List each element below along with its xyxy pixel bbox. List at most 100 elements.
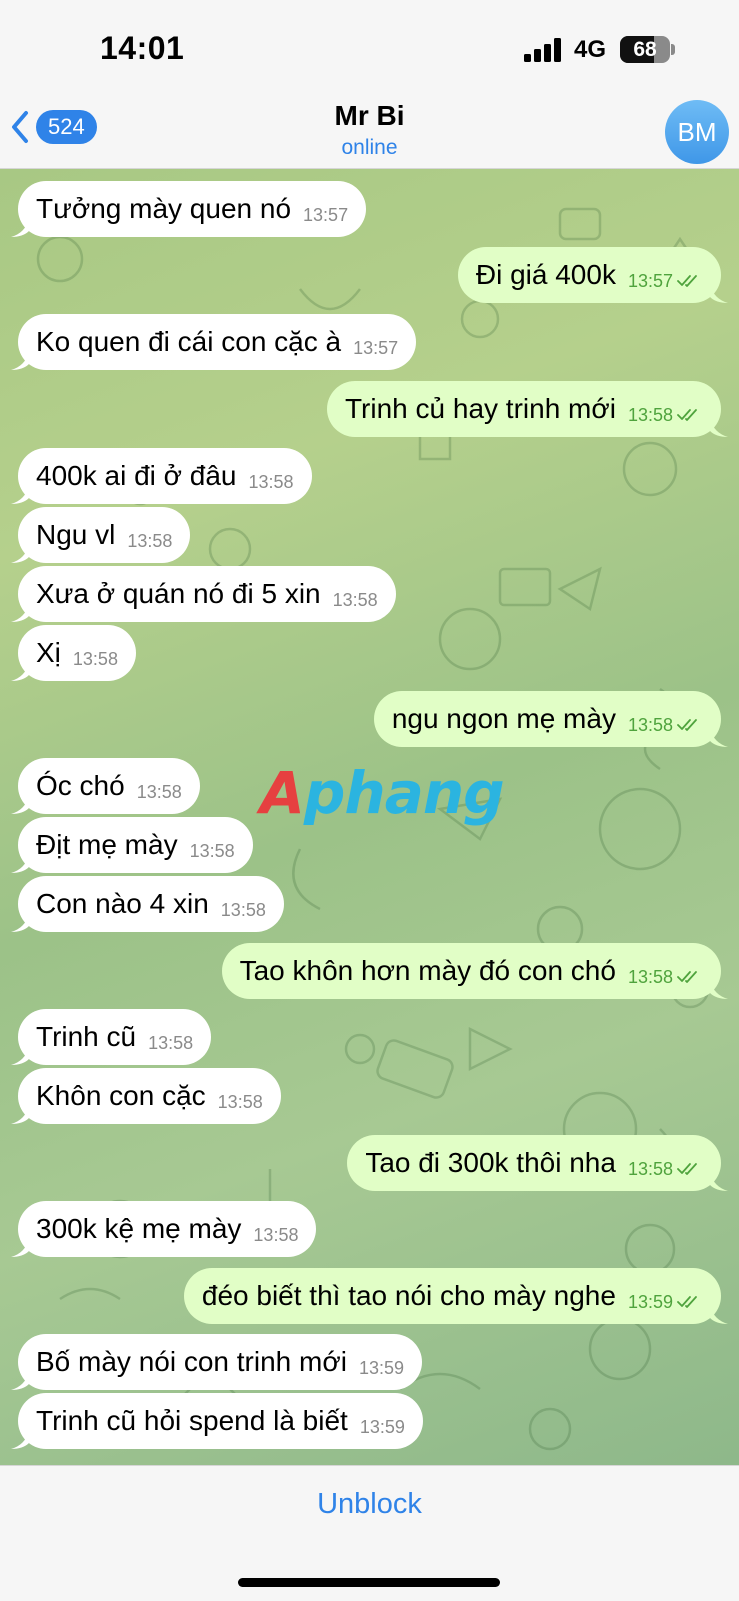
- incoming-message[interactable]: Khôn con cặc 13:58: [11, 1068, 281, 1124]
- message-text: Trinh cũ: [36, 1021, 137, 1052]
- incoming-message[interactable]: Ngu vl 13:58: [11, 507, 191, 563]
- bubble-tail: [710, 419, 728, 437]
- message-text: Óc chó: [36, 770, 125, 801]
- message-time: 13:58: [72, 648, 118, 669]
- message-time: 13:58: [189, 840, 235, 861]
- message-time: 13:58: [217, 1091, 263, 1112]
- message-text: Khôn con cặc: [36, 1080, 206, 1111]
- outgoing-message[interactable]: Tao đi 300k thôi nha 13:58: [347, 1135, 728, 1191]
- avatar[interactable]: BM: [665, 100, 729, 164]
- unblock-button[interactable]: Unblock: [0, 1488, 739, 1521]
- bubble-tail: [11, 914, 29, 932]
- message-time: 13:57: [303, 204, 349, 225]
- outgoing-message[interactable]: Trinh củ hay trinh mới 13:58: [326, 381, 728, 437]
- bubble-tail: [11, 219, 29, 237]
- chat-title: Mr Bi: [334, 100, 405, 131]
- message-time: 13:58: [627, 1158, 673, 1179]
- message-text: Ngu vl: [36, 519, 116, 550]
- message-time: 13:58: [627, 714, 673, 735]
- bubble-tail: [710, 729, 728, 747]
- bubble-tail: [11, 663, 29, 681]
- incoming-message[interactable]: Trinh cũ 13:58: [11, 1009, 212, 1065]
- incoming-message[interactable]: Óc chó 13:58: [11, 758, 200, 814]
- double-check-icon: [677, 1296, 697, 1308]
- bubble-tail: [11, 1106, 29, 1124]
- message-text: 400k ai đi ở đâu: [36, 460, 237, 491]
- bubble-tail: [11, 1372, 29, 1390]
- message-text: ngu ngon mẹ mày: [391, 703, 616, 734]
- chat-area[interactable]: Aphang Tưởng mày quen nó 13:57 Đi giá 400k…: [0, 169, 739, 1465]
- double-check-icon: [677, 971, 697, 983]
- message-time: 13:58: [627, 404, 673, 425]
- incoming-message[interactable]: Con nào 4 xin 13:58: [11, 876, 284, 932]
- message-time: 13:58: [627, 966, 673, 987]
- message-time: 13:59: [358, 1357, 404, 1378]
- message-time: 13:59: [359, 1416, 405, 1437]
- chat-header: 524 Mr Bi online BM: [0, 92, 739, 169]
- outgoing-message[interactable]: Tao khôn hơn mày đó con chó 13:58: [221, 943, 728, 999]
- message-time: 13:58: [148, 1032, 194, 1053]
- message-time: 13:58: [253, 1224, 299, 1245]
- message-text: đéo biết thì tao nói cho mày nghe: [201, 1280, 616, 1311]
- battery-percent: 68: [633, 38, 657, 61]
- outgoing-message[interactable]: ngu ngon mẹ mày 13:58: [373, 691, 728, 747]
- message-text: Địt mẹ mày: [36, 829, 178, 860]
- double-check-icon: [677, 275, 697, 287]
- message-text: Bố mày nói con trinh mới: [36, 1346, 347, 1377]
- bubble-tail: [11, 352, 29, 370]
- bubble-tail: [710, 1306, 728, 1324]
- bubble-tail: [11, 1047, 29, 1065]
- bubble-tail: [11, 855, 29, 873]
- outgoing-message[interactable]: đéo biết thì tao nói cho mày nghe 13:59: [183, 1268, 728, 1324]
- message-text: Xưa ở quán nó đi 5 xin: [36, 578, 321, 609]
- message-time: 13:59: [627, 1291, 673, 1312]
- incoming-message[interactable]: 400k ai đi ở đâu 13:58: [11, 448, 312, 504]
- incoming-message[interactable]: Ko quen đi cái con cặc à 13:57: [11, 314, 417, 370]
- message-text: Xị: [36, 637, 61, 668]
- bubble-tail: [11, 1431, 29, 1449]
- battery-icon: 68: [620, 36, 670, 63]
- bubble-tail: [11, 486, 29, 504]
- bubble-tail: [11, 1239, 29, 1257]
- message-text: Trinh củ hay trinh mới: [344, 393, 616, 424]
- incoming-message[interactable]: Địt mẹ mày 13:58: [11, 817, 253, 873]
- incoming-message[interactable]: Xị 13:58: [11, 625, 136, 681]
- watermark-logo: Aphang: [260, 759, 505, 827]
- message-text: Con nào 4 xin: [36, 888, 209, 919]
- message-text: Trinh cũ hỏi spend là biết: [36, 1405, 348, 1436]
- incoming-message[interactable]: Tưởng mày quen nó 13:57: [11, 181, 367, 237]
- message-text: Tao khôn hơn mày đó con chó: [239, 955, 616, 986]
- double-check-icon: [677, 719, 697, 731]
- incoming-message[interactable]: Xưa ở quán nó đi 5 xin 13:58: [11, 566, 396, 622]
- message-text: Ko quen đi cái con cặc à: [36, 326, 342, 357]
- bubble-tail: [710, 1173, 728, 1191]
- message-time: 13:58: [127, 530, 173, 551]
- bubble-tail: [710, 285, 728, 303]
- double-check-icon: [677, 409, 697, 421]
- message-text: Tao đi 300k thôi nha: [365, 1147, 616, 1178]
- double-check-icon: [677, 1163, 697, 1175]
- incoming-message[interactable]: Bố mày nói con trinh mới 13:59: [11, 1334, 422, 1390]
- message-time: 13:58: [332, 589, 378, 610]
- bubble-tail: [11, 545, 29, 563]
- message-time: 13:58: [220, 899, 266, 920]
- bottom-bar: Unblock: [0, 1465, 739, 1601]
- home-indicator: [238, 1578, 500, 1587]
- message-time: 13:57: [627, 270, 673, 291]
- status-time: 14:01: [100, 30, 185, 66]
- message-text: Tưởng mày quen nó: [36, 193, 292, 224]
- chat-title-block[interactable]: Mr Bi online: [0, 100, 739, 160]
- status-bar: 14:01 4G 68: [0, 0, 739, 92]
- network-type: 4G: [574, 36, 607, 63]
- message-time: 13:58: [136, 781, 182, 802]
- incoming-message[interactable]: Trinh cũ hỏi spend là biết 13:59: [11, 1393, 423, 1449]
- bubble-tail: [11, 604, 29, 622]
- incoming-message[interactable]: 300k kệ mẹ mày 13:58: [11, 1201, 317, 1257]
- bubble-tail: [710, 981, 728, 999]
- message-text: Đi giá 400k: [475, 259, 616, 290]
- message-text: 300k kệ mẹ mày: [36, 1213, 242, 1244]
- outgoing-message[interactable]: Đi giá 400k 13:57: [457, 247, 728, 303]
- bubble-tail: [11, 796, 29, 814]
- chat-status: online: [341, 136, 398, 159]
- message-time: 13:58: [248, 471, 294, 492]
